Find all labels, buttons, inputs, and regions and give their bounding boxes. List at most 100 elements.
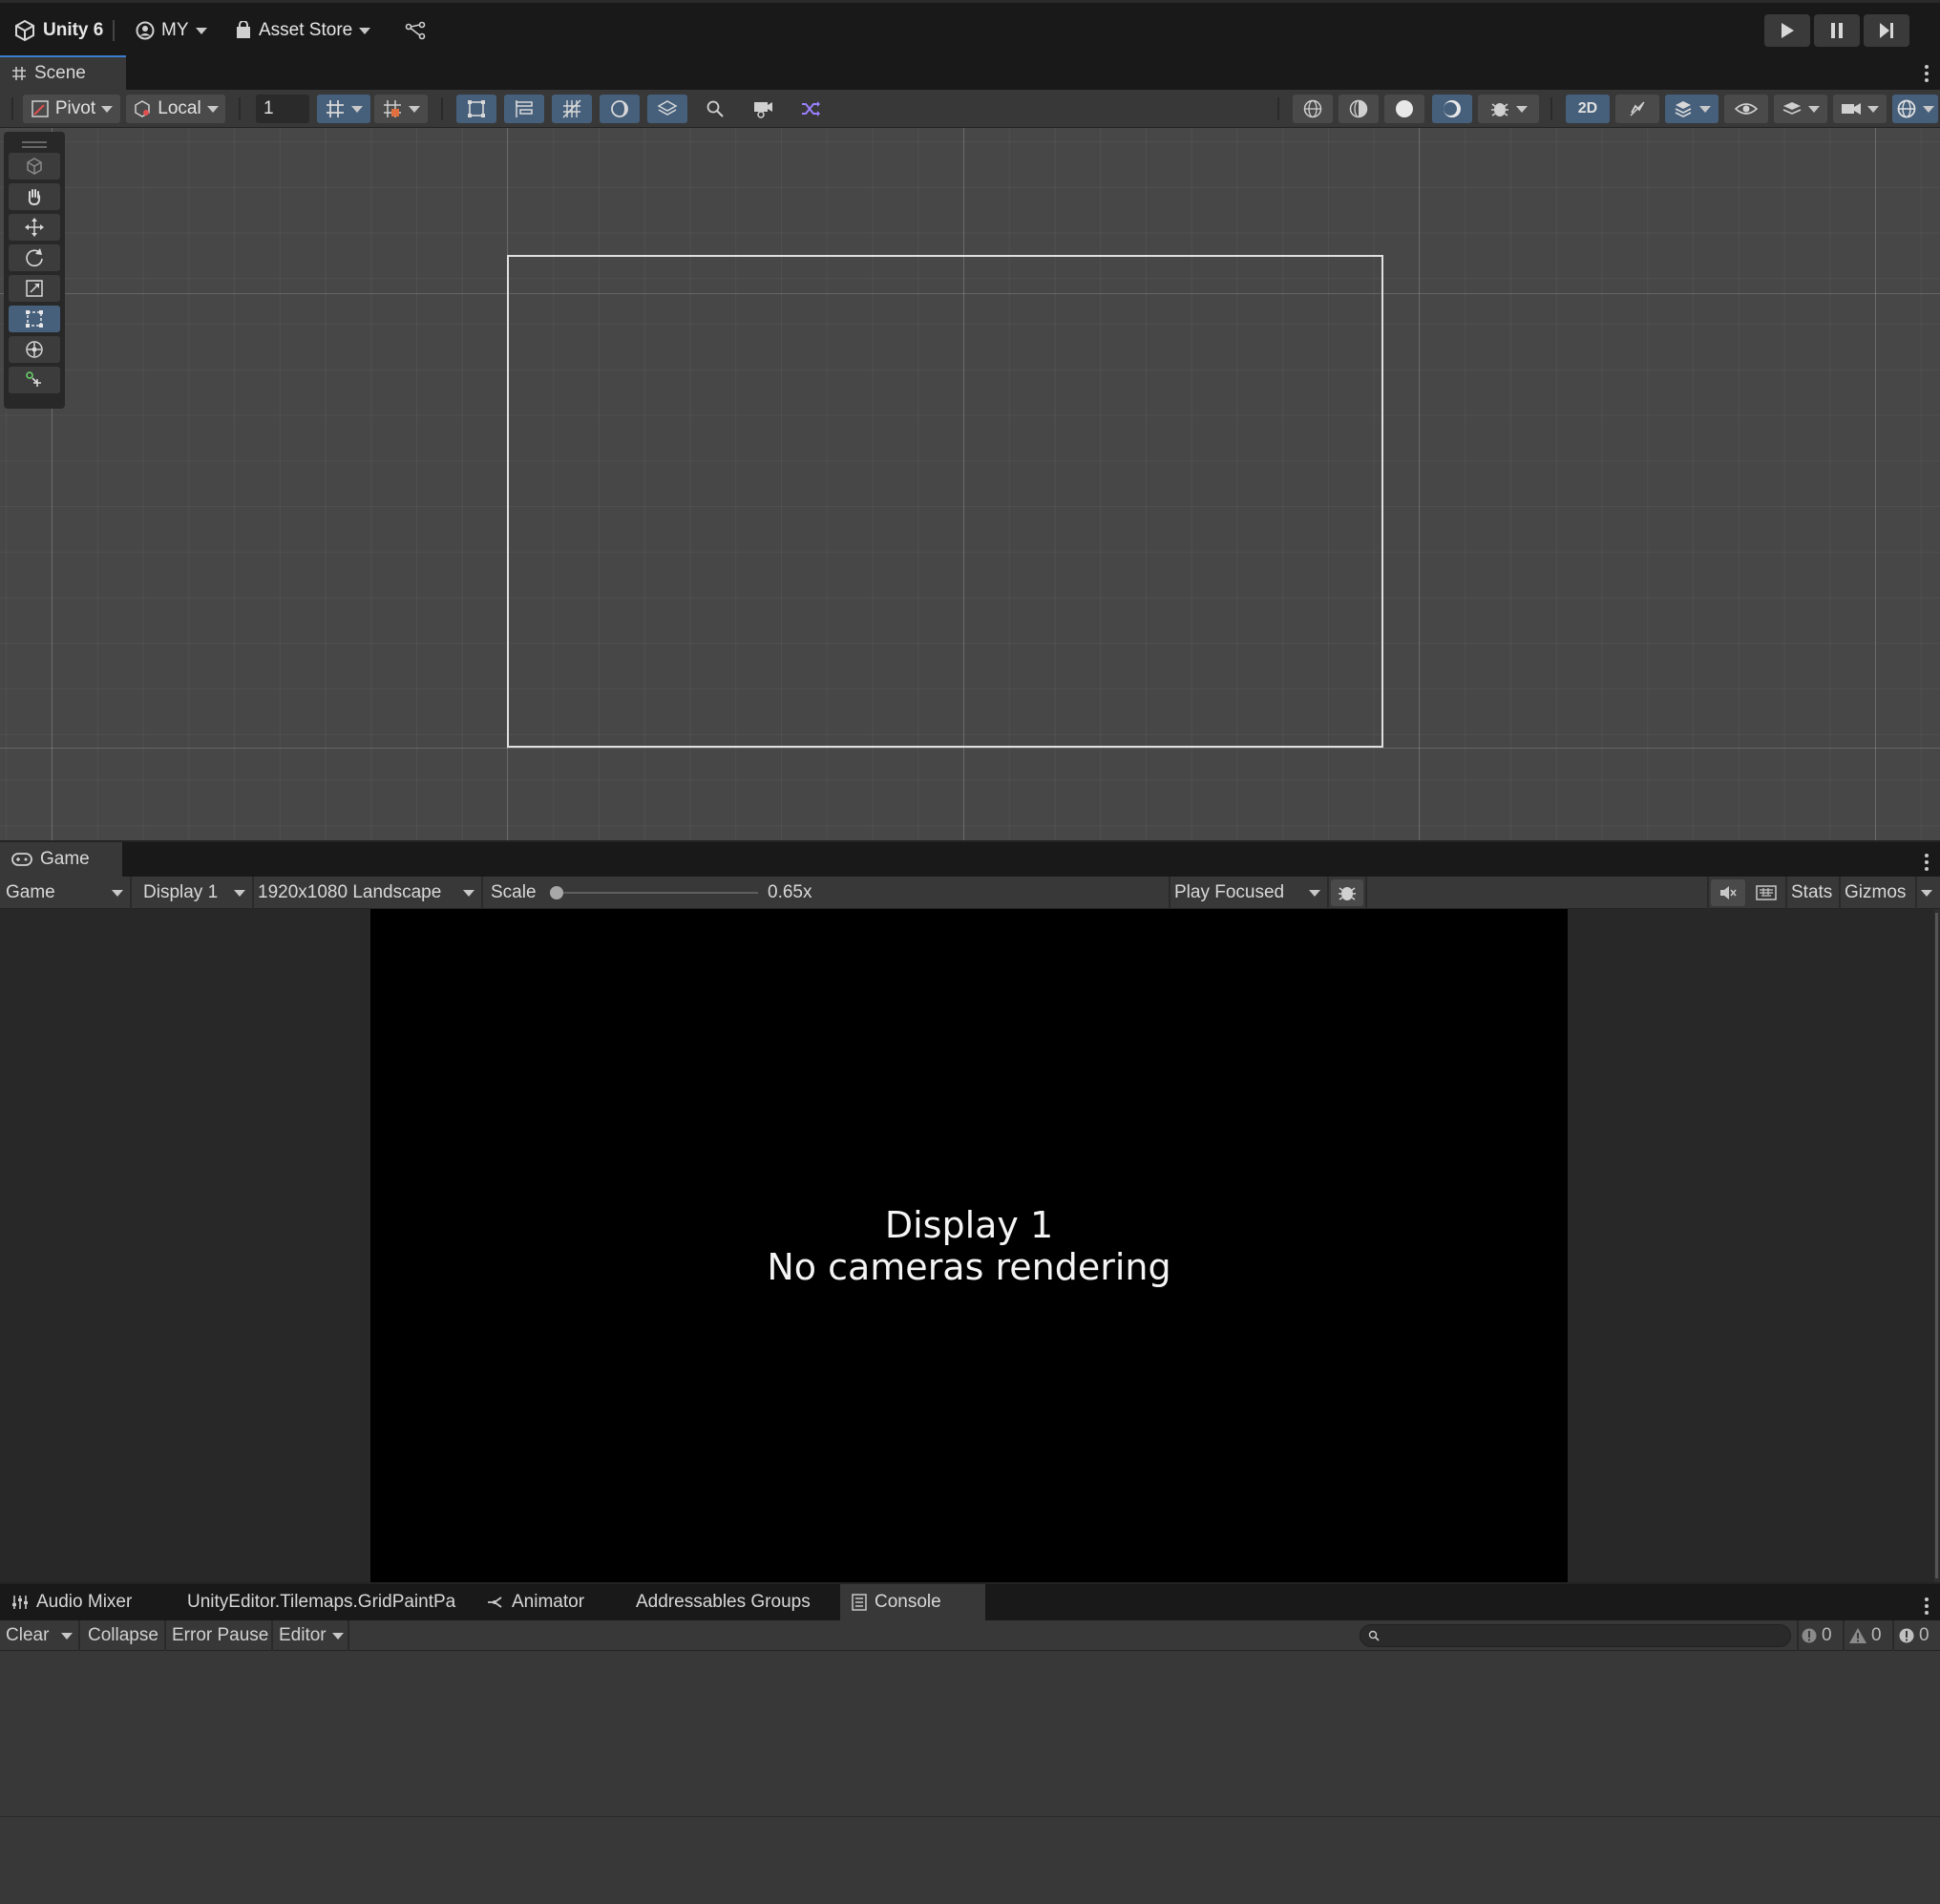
game-viewport[interactable]: Display 1 No cameras rendering <box>0 909 1940 1582</box>
align-overlay-toggle[interactable] <box>504 95 544 123</box>
eye-icon <box>1735 99 1758 118</box>
tab-audio-mixer[interactable]: Audio Mixer <box>0 1584 143 1620</box>
hand-tool[interactable] <box>9 183 60 210</box>
custom-editor-tool[interactable] <box>9 367 60 393</box>
game-gizmos-button[interactable]: Gizmos <box>1839 877 1906 909</box>
grid-snap-input[interactable]: 1 <box>256 95 309 123</box>
play-icon <box>1780 22 1795 39</box>
shortcuts-button[interactable] <box>1749 879 1783 906</box>
version-control-button[interactable] <box>405 16 426 45</box>
scene-viewport[interactable] <box>0 128 1940 840</box>
scene-more-menu-icon[interactable] <box>1925 65 1929 82</box>
console-log-list[interactable] <box>0 1651 1940 1904</box>
rect-select-icon <box>467 99 486 118</box>
transform-tool[interactable] <box>9 336 60 363</box>
rect-tool[interactable] <box>9 306 60 332</box>
console-toolbar: Clear Collapse Error Pause Editor 0 0 0 <box>0 1620 1940 1651</box>
game-view-select-label: Game <box>6 882 55 902</box>
tab-game[interactable]: Game <box>0 842 122 877</box>
palette-grip-icon[interactable] <box>22 141 47 143</box>
tab-animator[interactable]: Animator <box>475 1584 596 1620</box>
error-pause-toggle[interactable]: Error Pause <box>166 1620 274 1651</box>
console-splitter[interactable] <box>0 1816 1940 1817</box>
asset-store-label: Asset Store <box>259 20 353 40</box>
pause-button[interactable] <box>1814 14 1860 47</box>
chevron-down-icon <box>195 27 207 34</box>
editor-target-dropdown[interactable]: Editor <box>273 1620 332 1651</box>
camera-overlay-button[interactable] <box>743 95 783 123</box>
lighting-overlay-toggle[interactable] <box>600 95 640 123</box>
tab-console[interactable]: Console <box>840 1584 985 1620</box>
gizmos-chevron-down-icon[interactable] <box>1921 890 1932 897</box>
view-tool-cube[interactable] <box>9 153 60 180</box>
grid-major-line <box>1419 128 1420 840</box>
grid-overlay-toggle[interactable] <box>552 95 592 123</box>
play-button[interactable] <box>1764 14 1810 47</box>
rotate-tool[interactable] <box>9 244 60 271</box>
slider-thumb[interactable] <box>550 886 563 899</box>
chevron-down-icon <box>112 890 123 897</box>
gizmos-dropdown[interactable] <box>1892 95 1938 123</box>
tab-grid-paint-palette[interactable]: UnityEditor.Tilemaps.GridPaintPa <box>176 1584 456 1620</box>
toolbar-divider <box>1277 97 1279 120</box>
debug-draw-mode-dropdown[interactable] <box>1478 95 1539 123</box>
stats-label: Stats <box>1791 882 1833 902</box>
console-more-menu-icon[interactable] <box>1925 1597 1929 1615</box>
grid-visibility-toggle[interactable] <box>317 95 370 123</box>
effects-dropdown[interactable] <box>1665 95 1719 123</box>
display-name-text: Display 1 <box>884 1203 1054 1246</box>
scale-tool[interactable] <box>9 275 60 302</box>
tab-scene[interactable]: Scene <box>0 55 126 90</box>
rect-tool-overlay[interactable] <box>456 95 496 123</box>
unity-logo-icon <box>13 19 36 42</box>
scene-visibility-toggle[interactable] <box>1724 95 1768 123</box>
resolution-select[interactable]: 1920x1080 Landscape <box>252 877 479 909</box>
search-overlay-button[interactable] <box>695 95 735 123</box>
layers-visibility-dropdown[interactable] <box>1774 95 1827 123</box>
play-mode-select[interactable]: Play Focused <box>1169 877 1325 909</box>
toolbar-divider <box>481 877 483 909</box>
error-count: 0 <box>1919 1625 1929 1645</box>
game-more-menu-icon[interactable] <box>1925 854 1929 871</box>
game-view-select[interactable]: Game <box>0 877 128 909</box>
layers-overlay-toggle[interactable] <box>647 95 687 123</box>
scrollbar-thumb[interactable] <box>1935 913 1938 1578</box>
mute-audio-button[interactable] <box>1711 879 1745 906</box>
animator-icon <box>487 1595 504 1610</box>
error-count-toggle[interactable]: 0 <box>1898 1620 1929 1651</box>
frame-debugger-button[interactable] <box>1331 879 1363 906</box>
console-search-input[interactable] <box>1360 1624 1791 1647</box>
clear-options-chevron-icon[interactable] <box>61 1633 73 1640</box>
randomize-overlay-button[interactable] <box>791 95 831 123</box>
unity-menu[interactable]: Unity 6 <box>13 16 103 45</box>
2d-mode-toggle[interactable]: 2D <box>1566 95 1610 123</box>
chevron-down-icon <box>1923 105 1934 113</box>
log-count-toggle[interactable]: 0 <box>1801 1620 1832 1651</box>
pivot-label: Pivot <box>54 98 96 118</box>
shaded-button[interactable] <box>1384 95 1424 123</box>
pivot-dropdown[interactable]: Pivot <box>23 95 120 123</box>
local-dropdown[interactable]: Local <box>126 95 225 123</box>
audio-toggle[interactable] <box>1615 95 1659 123</box>
asset-store-dropdown[interactable]: Asset Store <box>235 16 371 45</box>
scene-camera-dropdown[interactable] <box>1833 95 1887 123</box>
wireframe-shading-button[interactable] <box>1293 95 1333 123</box>
audio-muted-icon <box>1627 98 1648 119</box>
increment-snap-toggle[interactable] <box>374 95 428 123</box>
move-tool[interactable] <box>9 214 60 241</box>
clear-button[interactable]: Clear <box>0 1620 54 1651</box>
collapse-toggle[interactable]: Collapse <box>82 1620 164 1651</box>
game-scrollbar[interactable] <box>1934 913 1940 1578</box>
scale-slider[interactable] <box>550 884 758 901</box>
stats-button[interactable]: Stats <box>1785 877 1832 909</box>
step-button[interactable] <box>1864 14 1909 47</box>
shuffle-icon <box>800 99 821 118</box>
warning-count-toggle[interactable]: 0 <box>1848 1620 1882 1651</box>
toolbar-divider <box>348 1620 349 1651</box>
chevron-down-icon <box>409 105 420 113</box>
unlit-shading-button[interactable] <box>1432 95 1472 123</box>
account-dropdown[interactable]: MY <box>136 16 207 45</box>
mixer-icon <box>11 1595 29 1610</box>
shaded-wireframe-button[interactable] <box>1339 95 1379 123</box>
tab-addressables-groups[interactable]: Addressables Groups <box>624 1584 822 1620</box>
